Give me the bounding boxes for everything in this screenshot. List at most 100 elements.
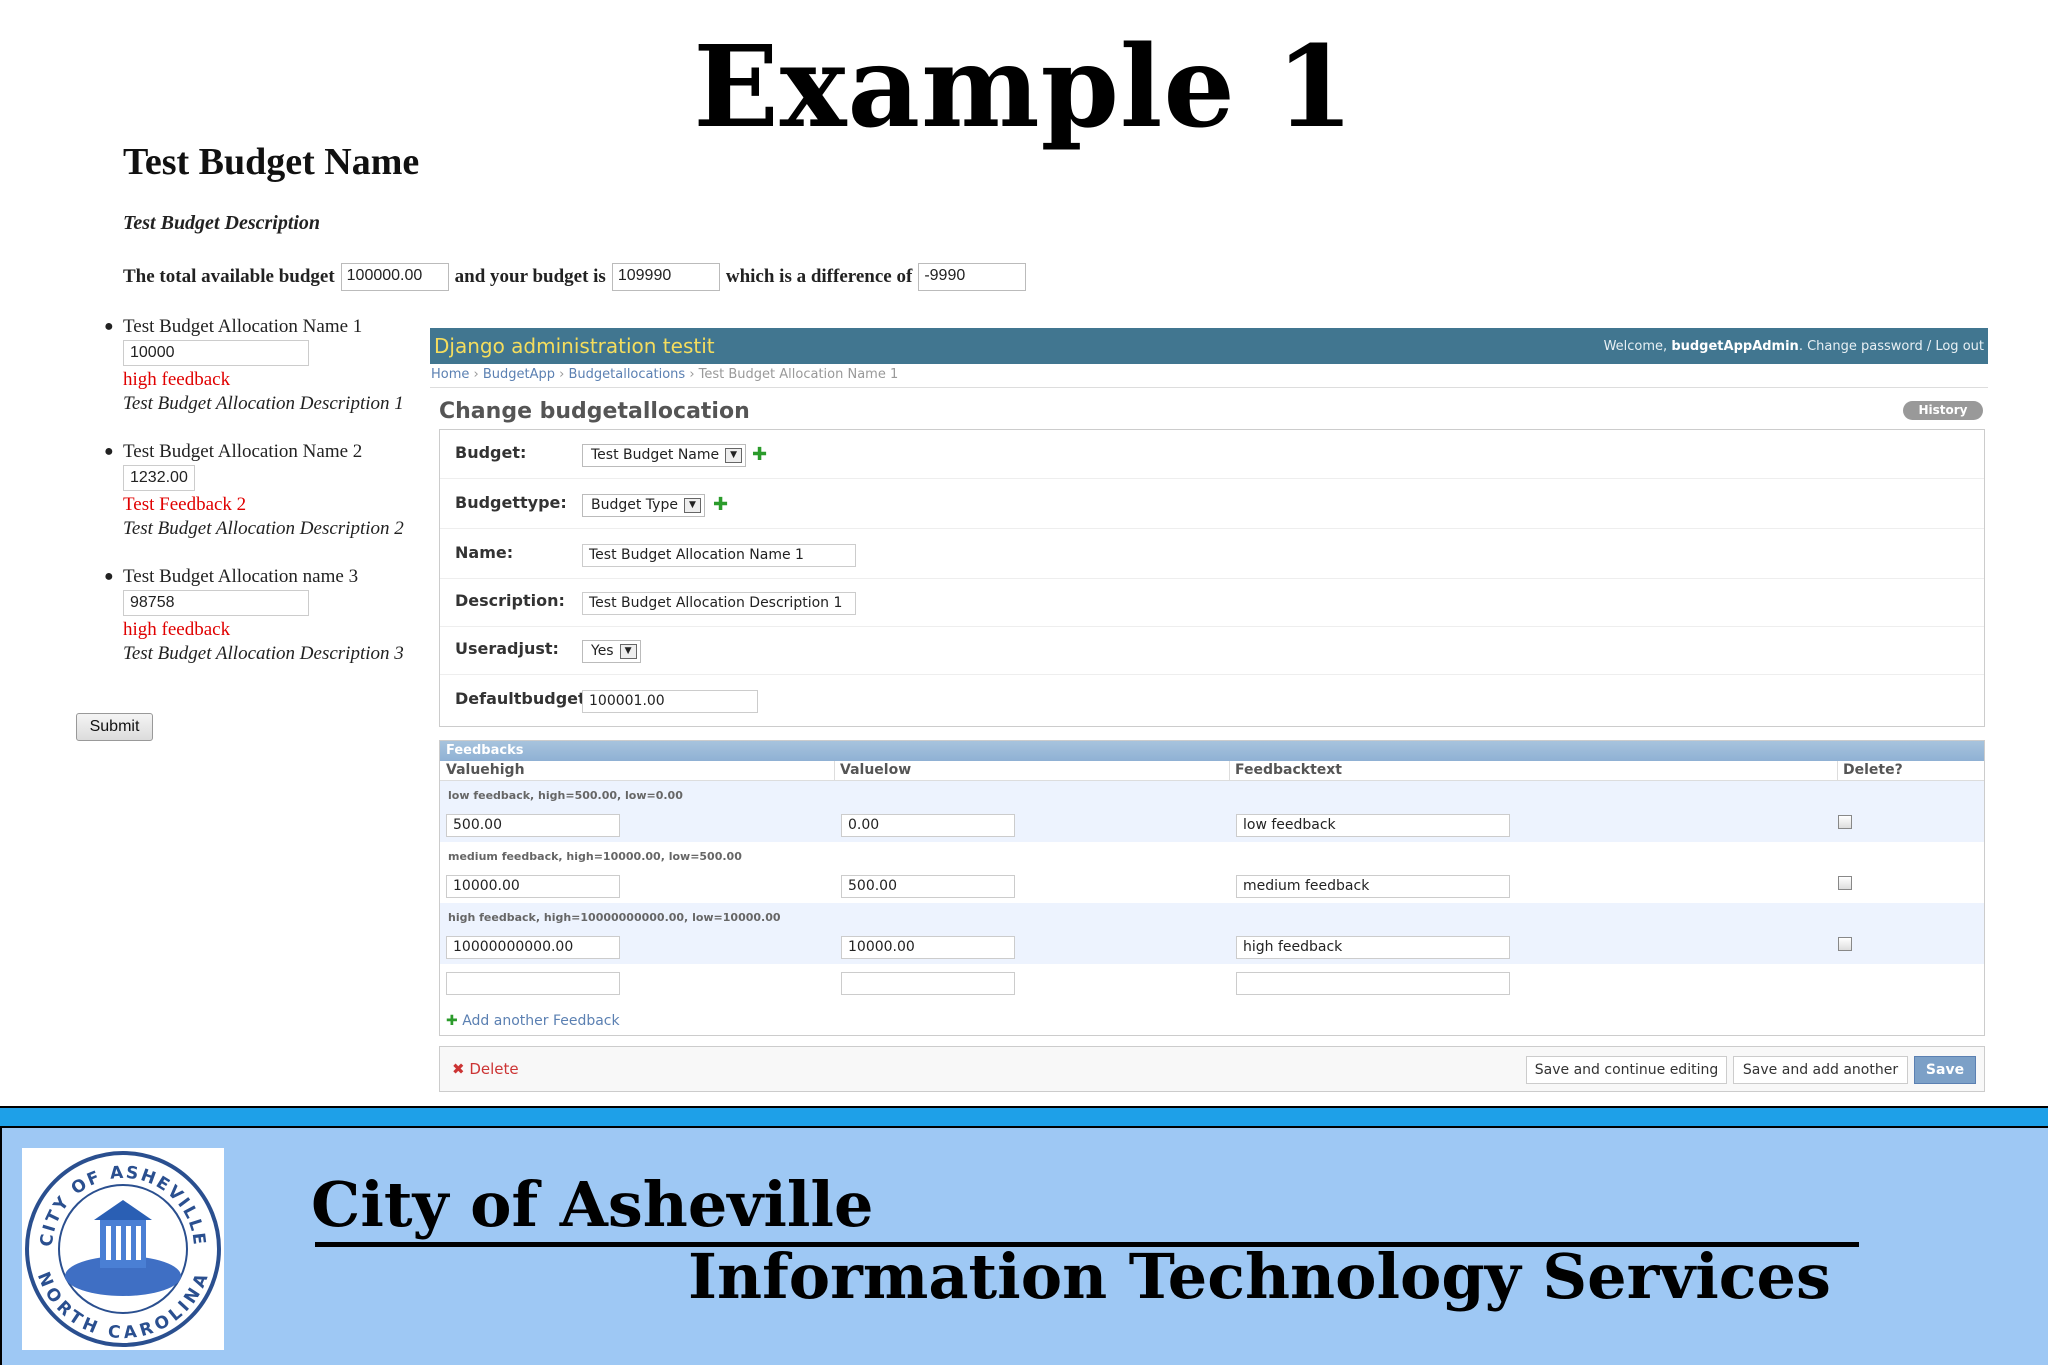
field-row-budgettype: Budgettype: Budget Type ▼ ✚ [440,480,1984,529]
submit-button[interactable]: Submit [76,713,153,741]
feedbacktext-input[interactable]: high feedback [1236,936,1510,959]
budget-name-heading: Test Budget Name [123,141,420,183]
welcome-text: Welcome, [1603,338,1668,354]
chevron-down-icon: ▼ [725,448,743,463]
col-valuehigh: Valuehigh [446,762,525,778]
admin-branding[interactable]: Django administration testit [434,334,715,358]
row-original: medium feedback, high=10000.00, low=500.… [448,850,742,863]
inline-table-header: Valuehigh Valuelow Feedbacktext Delete? [440,761,1984,781]
plus-icon: ✚ [446,1013,458,1029]
add-budget-icon[interactable]: ✚ [752,444,767,465]
add-budgettype-icon[interactable]: ✚ [713,494,728,515]
save-continue-button[interactable]: Save and continue editing [1526,1056,1727,1084]
valuehigh-input[interactable]: 10000.00 [446,875,620,898]
allocation-value-input[interactable]: 1232.00 [123,465,195,491]
breadcrumb-budgetapp[interactable]: BudgetApp [483,367,555,382]
allocation-feedback: high feedback [123,369,231,390]
breadcrumb-current: Test Budget Allocation Name 1 [698,367,899,382]
delete-icon: ✖ [452,1060,465,1078]
budget-description: Test Budget Description [123,212,321,234]
total-budget-label: The total available budget [123,266,335,287]
field-row-name: Name: Test Budget Allocation Name 1 [440,530,1984,579]
useradjust-select[interactable]: Yes ▼ [582,640,641,663]
budget-summary-line: The total available budget 100000.00 and… [123,262,1032,292]
allocation-name: Test Budget Allocation Name 2 [123,441,363,462]
feedbacktext-input[interactable]: low feedback [1236,814,1510,837]
total-budget-field[interactable]: 100000.00 [340,263,449,291]
breadcrumb: Home › BudgetApp › Budgetallocations › T… [430,364,1988,388]
field-row-budget: Budget: Test Budget Name ▼ ✚ [440,430,1984,479]
valuehigh-input[interactable]: 10000000000.00 [446,936,620,959]
allocation-value-input[interactable]: 10000 [123,340,309,366]
allocation-description: Test Budget Allocation Description 3 [123,643,404,664]
field-row-useradjust: Useradjust: Yes ▼ [440,626,1984,675]
feedbacktext-input[interactable]: medium feedback [1236,875,1510,898]
table-row: medium feedback, high=10000.00, low=500.… [440,842,1984,903]
valuelow-input[interactable]: 500.00 [841,875,1015,898]
user-links[interactable]: . Change password / Log out [1799,339,1984,354]
allocation-name: Test Budget Allocation name 3 [123,566,359,587]
name-label: Name: [455,543,514,562]
delete-checkbox[interactable] [1838,937,1852,951]
allocation-value-input[interactable]: 98758 [123,590,309,616]
footer-banner: CITY OF ASHEVILLE NORTH CAROLINA City of… [0,1128,2048,1365]
description-label: Description: [455,591,565,610]
budgetallocation-fieldset: Budget: Test Budget Name ▼ ✚ Budgettype: … [439,429,1985,727]
col-feedbacktext: Feedbacktext [1235,762,1342,778]
budgettype-select[interactable]: Budget Type ▼ [582,494,705,517]
history-button[interactable]: History [1903,401,1983,420]
defaultbudget-label: Defaultbudget: [455,689,593,708]
table-row: high feedback, high=10000000000.00, low=… [440,903,1984,964]
footer-stripe [0,1106,2048,1128]
field-row-defaultbudget: Defaultbudget: 100001.00 [440,676,1984,725]
table-row-empty [440,964,1984,1006]
valuehigh-input[interactable]: 500.00 [446,814,620,837]
breadcrumb-budgetallocations[interactable]: Budgetallocations [568,367,685,382]
add-another-feedback-link[interactable]: ✚ Add another Feedback [446,1013,620,1029]
save-add-another-button[interactable]: Save and add another [1733,1056,1908,1084]
city-title: City of Asheville [311,1168,874,1241]
your-budget-label: and your budget is [454,266,606,287]
defaultbudget-input[interactable]: 100001.00 [582,690,758,713]
allocation-name: Test Budget Allocation Name 1 [123,316,363,337]
valuelow-input[interactable]: 10000.00 [841,936,1015,959]
feedbacks-inline: Feedbacks Valuehigh Valuelow Feedbacktex… [439,740,1985,1036]
submit-row: ✖ Delete Save and continue editing Save … [439,1046,1985,1092]
page-title: Change budgetallocation [439,399,750,424]
difference-field[interactable]: -9990 [918,263,1027,291]
row-original: low feedback, high=500.00, low=0.00 [448,789,683,802]
allocation-description: Test Budget Allocation Description 1 [123,393,404,414]
valuehigh-input[interactable] [446,972,620,995]
slide-title: Example 1 [693,22,1355,153]
budgettype-label: Budgettype: [455,493,567,512]
allocation-item-2: ● Test Budget Allocation Name 2 1232.00 T… [104,441,404,540]
delete-checkbox[interactable] [1838,876,1852,890]
user-tools: Welcome, budgetAppAdmin. Change password… [1604,339,1984,354]
breadcrumb-home[interactable]: Home [431,367,469,382]
useradjust-label: Useradjust: [455,639,559,658]
your-budget-field[interactable]: 109990 [611,263,720,291]
name-input[interactable]: Test Budget Allocation Name 1 [582,544,856,567]
city-seal-logo: CITY OF ASHEVILLE NORTH CAROLINA [22,1148,224,1350]
allocation-item-3: ● Test Budget Allocation name 3 98758 hig… [104,566,404,665]
delete-link[interactable]: ✖ Delete [452,1060,519,1078]
col-delete: Delete? [1843,762,1903,778]
save-button[interactable]: Save [1914,1056,1976,1084]
budget-select[interactable]: Test Budget Name ▼ [582,444,747,467]
inline-title: Feedbacks [440,741,1984,761]
allocation-feedback: high feedback [123,619,231,640]
feedbacktext-input[interactable] [1236,972,1510,995]
valuelow-input[interactable]: 0.00 [841,814,1015,837]
col-valuelow: Valuelow [840,762,912,778]
bullet-icon: ● [104,443,114,460]
department-title: Information Technology Services [688,1240,1831,1313]
allocation-description: Test Budget Allocation Description 2 [123,518,404,539]
valuelow-input[interactable] [841,972,1015,995]
delete-checkbox[interactable] [1838,815,1852,829]
field-row-description: Description: Test Budget Allocation Desc… [440,578,1984,627]
description-input[interactable]: Test Budget Allocation Description 1 [582,592,856,615]
allocation-feedback: Test Feedback 2 [123,494,247,515]
admin-header: Django administration testit Welcome, bu… [430,328,1988,364]
row-original: high feedback, high=10000000000.00, low=… [448,911,781,924]
bullet-icon: ● [104,568,114,585]
